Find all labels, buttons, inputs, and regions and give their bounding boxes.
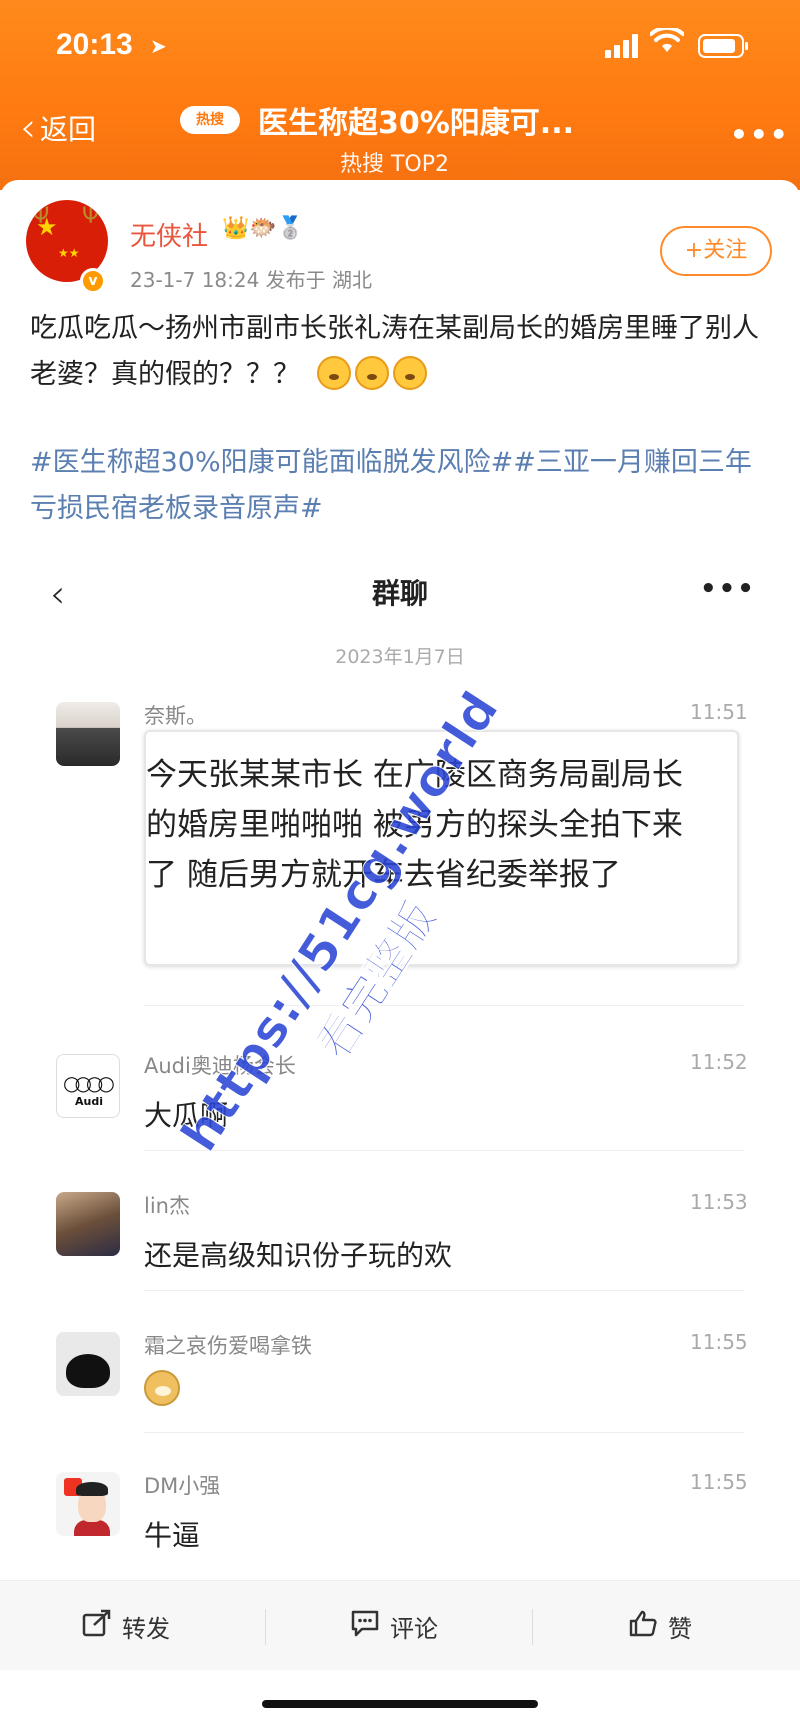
crown-badge-icon: 👑: [222, 216, 250, 241]
battery-icon: [698, 34, 748, 58]
wifi-icon: [649, 25, 685, 61]
hashtag-links[interactable]: #医生称超30%阳康可能面临脱发风险##三亚一月赚回三年亏损民宿老板录音原声#: [30, 440, 775, 532]
verified-icon: v: [80, 268, 106, 294]
status-time: 20:13: [56, 28, 133, 61]
message-text: [144, 1370, 180, 1413]
message-time: 11:52: [690, 1050, 748, 1074]
top-header: 20:13 ➤ ‹ 返回 热搜 医生称超30%阳康可... 热搜 TOP2 ••…: [0, 0, 800, 190]
repost-button[interactable]: 转发: [82, 1581, 170, 1671]
divider: [144, 1432, 744, 1433]
username[interactable]: 无侠社: [130, 216, 208, 253]
emoji-group: [316, 352, 431, 398]
message-time: 11:51: [690, 700, 748, 724]
more-options-icon[interactable]: •••: [730, 118, 790, 151]
doge-emoji-icon: [144, 1370, 180, 1406]
message-time: 11:55: [690, 1330, 748, 1354]
shocked-emoji-icon: [392, 356, 427, 390]
chat-title: 群聊: [371, 577, 428, 610]
sender-name: 奈斯。: [144, 704, 207, 728]
back-button[interactable]: ‹ 返回: [20, 108, 96, 148]
message-text: 牛逼: [144, 1519, 201, 1552]
sender-name: 霜之哀伤爱喝拿铁: [144, 1334, 312, 1358]
avatar: [56, 1472, 120, 1536]
medal-badge-icon: 🥈: [276, 216, 305, 241]
post-card: Ψ Ψ ★ ★★ v 无侠社 👑🐡🥈 23-1-7 18:24 发布于 湖北 +关…: [0, 180, 800, 1730]
hot-topic-title: 热搜 医生称超30%阳康可... 热搜 TOP2: [180, 98, 650, 178]
chat-date: 2023年1月7日: [335, 646, 465, 668]
avatar: [56, 1192, 120, 1256]
avatar-logo-text: Audi: [75, 1095, 103, 1108]
like-label: 赞: [668, 1614, 692, 1643]
avatar: [56, 702, 120, 766]
follow-button[interactable]: +关注: [660, 226, 772, 276]
avatar-body: [74, 1520, 110, 1536]
cellular-signal-icon: [605, 34, 641, 58]
share-icon: [82, 1609, 112, 1644]
post-meta: 23-1-7 18:24 发布于 湖北: [130, 268, 373, 292]
repost-label: 转发: [122, 1614, 170, 1643]
post-body: 吃瓜吃瓜～扬州市副市长张礼涛在某副局长的婚房里睡了别人老婆？真的假的？？？: [30, 306, 770, 398]
topic-title: 医生称超30%阳康可...: [258, 106, 574, 141]
avatar: [56, 1332, 120, 1396]
comment-button[interactable]: 评论: [350, 1581, 438, 1671]
message-time: 11:55: [690, 1470, 748, 1494]
message-text: 今天张某某市长 在广陵区商务局副局长 的婚房里啪啪啪 被男方的探头全拍下来了 随…: [146, 757, 683, 893]
message-text: 大瓜啊: [144, 1099, 229, 1132]
status-bar: 20:13 ➤: [0, 22, 800, 70]
message-time: 11:53: [690, 1190, 748, 1214]
fish-badge-icon: 🐡: [249, 216, 277, 241]
audi-rings-icon: ○○○○: [63, 1071, 115, 1095]
more-options-icon: •••: [700, 574, 756, 604]
comment-icon: [350, 1609, 380, 1644]
message-text: 还是高级知识份子玩的欢: [144, 1239, 453, 1272]
antler-right-icon: Ψ: [82, 204, 100, 229]
back-label: 返回: [40, 113, 97, 146]
sender-name: lin杰: [144, 1194, 190, 1218]
chevron-left-icon: ‹: [20, 105, 36, 151]
sender-name: Audi奥迪杨会长: [144, 1054, 296, 1078]
sender-name: DM小强: [144, 1474, 221, 1498]
shocked-emoji-icon: [316, 356, 351, 390]
divider: [144, 1150, 744, 1151]
topic-rank: 热搜 TOP2: [340, 152, 450, 177]
divider: [144, 1005, 744, 1006]
thumbs-up-icon: [628, 1609, 658, 1644]
location-arrow-icon: ➤: [150, 34, 167, 58]
like-button[interactable]: 赞: [628, 1581, 692, 1671]
flag-stars-icon: ★ ★★: [36, 213, 80, 260]
action-bar: 转发 评论 赞: [0, 1580, 800, 1670]
divider: [532, 1609, 533, 1645]
comment-label: 评论: [390, 1614, 438, 1643]
chat-screenshot[interactable]: ‹ 群聊 ••• 2023年1月7日 奈斯。 11:51 今天张某某市长 在广陵…: [0, 550, 800, 1595]
avatar: ○○○○ Audi: [56, 1054, 120, 1118]
divider: [265, 1609, 266, 1645]
divider: [144, 1290, 744, 1291]
hot-search-badge: 热搜: [180, 106, 240, 134]
shocked-emoji-icon: [354, 356, 389, 390]
home-indicator[interactable]: [262, 1700, 538, 1708]
user-badges: 👑🐡🥈: [222, 216, 304, 241]
avatar-hair: [76, 1482, 108, 1496]
message-bubble: 今天张某某市长 在广陵区商务局副局长 的婚房里啪啪啪 被男方的探头全拍下来了 随…: [144, 730, 739, 966]
